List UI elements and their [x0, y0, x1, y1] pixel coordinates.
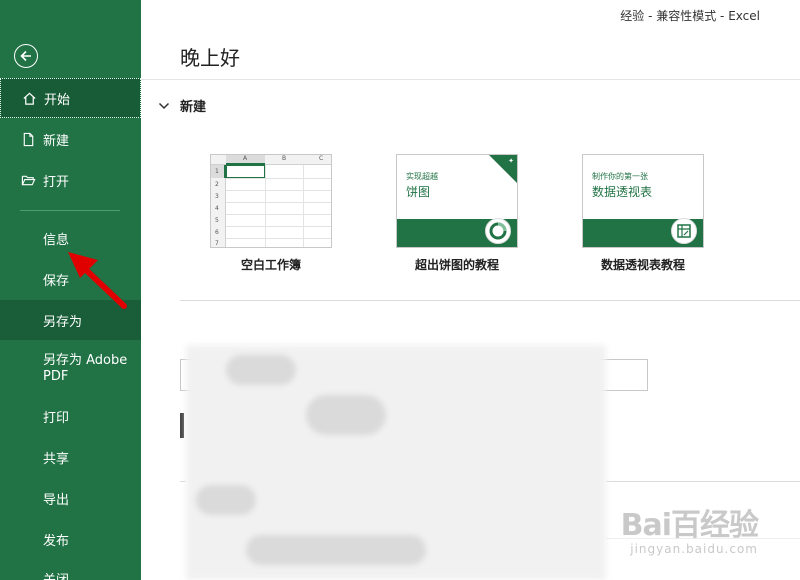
pivot-table-icon — [671, 218, 697, 244]
home-icon — [21, 90, 37, 106]
watermark-url: jingyan.baidu.com — [630, 542, 758, 556]
nav-item-publish[interactable]: 发布 — [0, 519, 141, 559]
template-caption: 数据透视表教程 — [600, 258, 685, 272]
nav-item-label: 开始 — [44, 92, 71, 108]
pie-tutorial-thumbnail: ✦ 实现超越 饼图 — [396, 154, 518, 248]
back-arrow-icon — [20, 50, 31, 62]
nav-item-label: 另存为 Adobe PDF — [43, 353, 128, 384]
new-section-header[interactable]: 新建 — [158, 96, 206, 115]
nav-item-label: 新建 — [43, 133, 70, 149]
blurred-region — [186, 345, 606, 580]
column-header: A — [243, 155, 248, 162]
sidebar-separator — [20, 210, 120, 211]
thumbnail-subtitle: 制作你的第一张 — [592, 172, 648, 181]
baidu-watermark-logo: Bai百经验 jingyan.baidu.com — [620, 500, 759, 556]
folder-open-icon — [20, 172, 36, 188]
section-title: 新建 — [180, 100, 207, 115]
pivot-tutorial-thumbnail: 制作你的第一张 数据透视表 — [582, 154, 704, 248]
template-pivottable-tutorial[interactable]: 制作你的第一张 数据透视表 数据透视表教程 — [582, 154, 704, 272]
nav-item-close[interactable]: 关闭 — [0, 558, 141, 580]
row-header: 3 — [215, 193, 219, 200]
column-header: C — [319, 155, 324, 162]
template-caption: 超出饼图的教程 — [414, 258, 499, 272]
row-header: 6 — [215, 229, 219, 236]
annotation-arrow-icon — [68, 252, 127, 309]
nav-item-label: 打印 — [43, 410, 70, 426]
nav-item-export[interactable]: 导出 — [0, 478, 141, 518]
new-document-icon — [20, 131, 36, 147]
column-header: B — [282, 155, 287, 162]
row-header: 4 — [215, 205, 219, 212]
window-title: 经验 - 兼容性模式 - Excel — [620, 9, 760, 23]
tab-indicator — [180, 413, 184, 438]
nav-item-print[interactable]: 打印 — [0, 396, 141, 436]
watermark-brand: Bai百经验 — [620, 508, 759, 543]
header-divider — [141, 79, 800, 80]
nav-item-label: 发布 — [43, 533, 70, 549]
section-divider — [180, 300, 800, 301]
nav-item-label: 打开 — [43, 174, 70, 190]
thumbnail-subtitle: 实现超越 — [406, 172, 438, 181]
page-title: 晚上好 — [180, 46, 240, 70]
nav-item-label: 导出 — [43, 492, 70, 508]
new-badge-icon: ✦ — [508, 157, 514, 165]
back-button[interactable] — [14, 44, 38, 68]
row-header: 7 — [215, 240, 219, 247]
nav-item-home[interactable]: 开始 — [0, 78, 141, 118]
selected-cell — [226, 165, 265, 178]
thumbnail-title: 饼图 — [406, 185, 431, 199]
row-header: 2 — [215, 181, 219, 188]
nav-item-label: 关闭 — [43, 572, 70, 580]
template-pie-chart-tutorial[interactable]: ✦ 实现超越 饼图 超出饼图的教程 — [396, 154, 518, 272]
nav-item-new[interactable]: 新建 — [0, 119, 141, 159]
pie-chart-icon — [485, 218, 511, 244]
nav-item-label: 共享 — [43, 451, 70, 467]
row-header: 5 — [215, 217, 219, 224]
thumbnail-title: 数据透视表 — [592, 185, 653, 199]
nav-item-save-as-pdf[interactable]: 另存为 Adobe PDF — [0, 340, 141, 398]
template-blank-workbook[interactable]: A B C 1 2 3 4 5 6 7 空白工作簿 — [210, 154, 332, 272]
template-caption: 空白工作簿 — [240, 258, 301, 272]
blank-workbook-thumbnail: A B C 1 2 3 4 5 6 7 — [210, 154, 332, 248]
nav-item-open[interactable]: 打开 — [0, 160, 141, 200]
row-header: 1 — [215, 168, 219, 175]
chevron-down-icon — [158, 102, 170, 109]
nav-item-share[interactable]: 共享 — [0, 437, 141, 477]
